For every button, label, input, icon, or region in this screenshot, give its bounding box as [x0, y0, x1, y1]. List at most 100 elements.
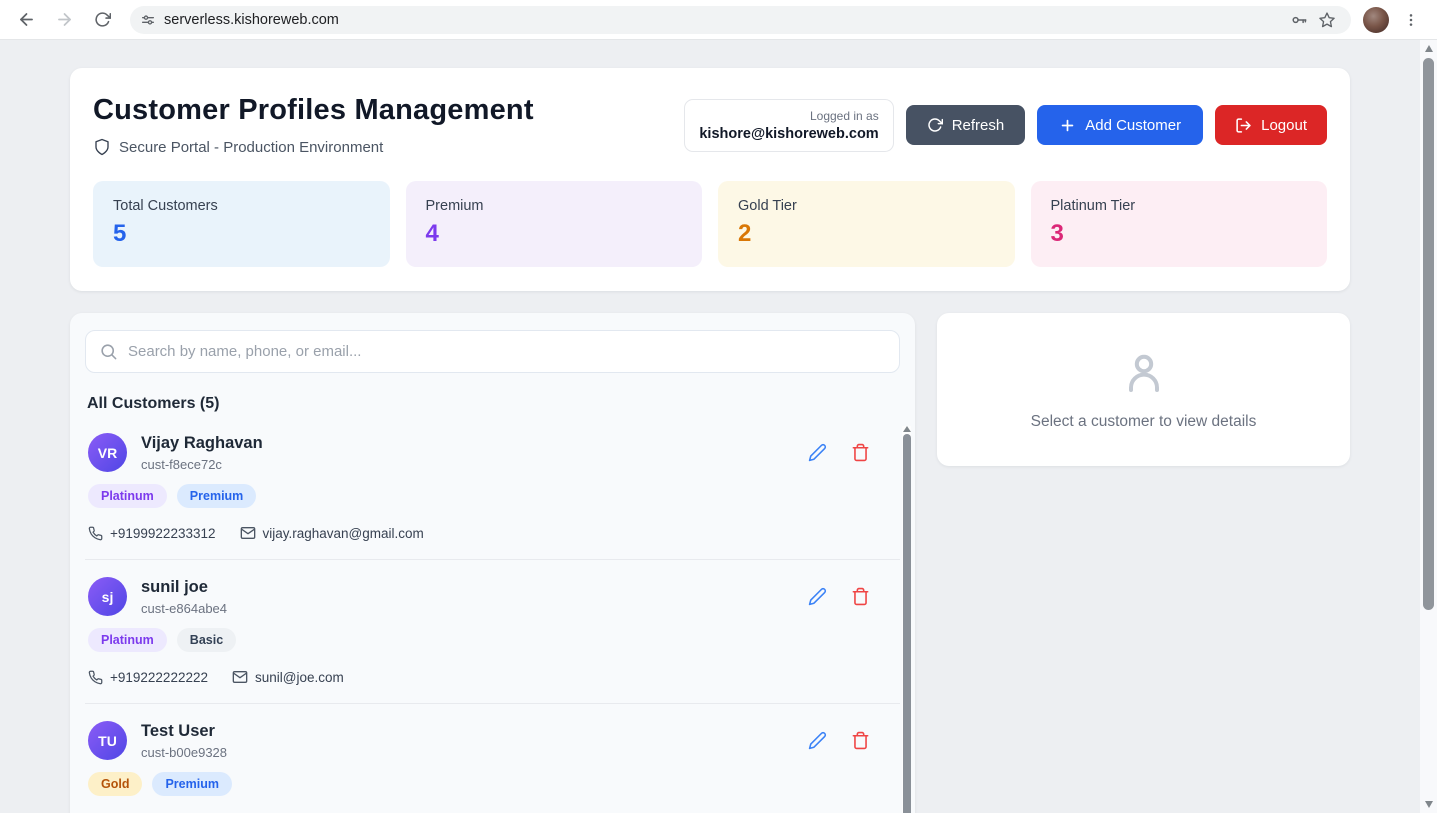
refresh-icon — [927, 117, 943, 133]
browser-menu-button[interactable] — [1395, 4, 1427, 36]
customer-list-panel: All Customers (5) VR Vijay Raghavan cust… — [70, 313, 915, 813]
reload-button[interactable] — [86, 4, 118, 36]
add-customer-label: Add Customer — [1085, 117, 1181, 134]
plan-badge: Premium — [177, 484, 257, 508]
page: Customer Profiles Management Secure Port… — [0, 40, 1437, 813]
tier-badge: Gold — [88, 772, 142, 796]
plus-icon — [1059, 117, 1076, 134]
plan-badge: Basic — [177, 628, 236, 652]
customer-avatar: sj — [88, 577, 127, 616]
url-text: serverless.kishoreweb.com — [164, 12, 339, 28]
back-arrow-icon — [17, 10, 36, 29]
page-scrollbar[interactable] — [1420, 40, 1437, 813]
pencil-icon — [808, 587, 827, 606]
email-text: sunil@joe.com — [255, 670, 344, 685]
customer-row[interactable]: TU Test User cust-b00e9328 — [85, 704, 900, 813]
stat-label: Gold Tier — [738, 198, 995, 214]
list-scrollbar-thumb[interactable] — [903, 434, 911, 813]
stats-row: Total Customers 5 Premium 4 Gold Tier 2 … — [93, 181, 1327, 267]
list-scrollbar[interactable] — [902, 426, 911, 813]
customer-detail-panel: Select a customer to view details — [937, 313, 1350, 466]
title-block: Customer Profiles Management Secure Port… — [93, 94, 534, 156]
phone-text: +919222222222 — [110, 670, 208, 685]
tune-icon[interactable] — [140, 12, 156, 28]
bookmark-star-icon[interactable] — [1313, 6, 1341, 34]
logged-in-box: Logged in as kishore@kishoreweb.com — [684, 99, 893, 152]
address-bar[interactable]: serverless.kishoreweb.com — [130, 6, 1351, 34]
add-customer-button[interactable]: Add Customer — [1037, 105, 1203, 145]
pencil-icon — [808, 443, 827, 462]
stat-card-gold-tier: Gold Tier 2 — [718, 181, 1015, 267]
email-text: vijay.raghavan@gmail.com — [263, 526, 424, 541]
tier-badge: Platinum — [88, 484, 167, 508]
customer-email: sunil@joe.com — [232, 669, 344, 685]
forward-button[interactable] — [48, 4, 80, 36]
customer-phone: +9199922233312 — [88, 526, 216, 541]
shield-icon — [93, 138, 111, 156]
stat-value: 4 — [426, 220, 683, 248]
empty-state-message: Select a customer to view details — [1031, 413, 1257, 431]
header-card: Customer Profiles Management Secure Port… — [70, 68, 1350, 291]
search-input[interactable] — [85, 330, 900, 373]
list-heading: All Customers (5) — [87, 395, 900, 413]
plan-badge: Premium — [152, 772, 232, 796]
forward-arrow-icon — [55, 10, 74, 29]
stat-label: Platinum Tier — [1051, 198, 1308, 214]
edit-customer-button[interactable] — [808, 731, 827, 750]
stat-card-platinum-tier: Platinum Tier 3 — [1031, 181, 1328, 267]
stat-card-total-customers: Total Customers 5 — [93, 181, 390, 267]
password-key-icon[interactable] — [1285, 6, 1313, 34]
customer-avatar: VR — [88, 433, 127, 472]
phone-icon — [88, 670, 103, 685]
customer-email: vijay.raghavan@gmail.com — [240, 525, 424, 541]
edit-customer-button[interactable] — [808, 443, 827, 462]
customer-phone: +919222222222 — [88, 670, 208, 685]
scroll-up-arrow-icon[interactable] — [903, 426, 911, 432]
trash-icon — [851, 443, 870, 462]
envelope-icon — [240, 525, 256, 541]
page-title: Customer Profiles Management — [93, 94, 534, 127]
logged-in-label: Logged in as — [699, 109, 878, 123]
trash-icon — [851, 731, 870, 750]
customer-name: sunil joe — [141, 578, 227, 597]
delete-customer-button[interactable] — [851, 587, 870, 606]
tier-badge: Platinum — [88, 628, 167, 652]
customer-row[interactable]: VR Vijay Raghavan cust-f8ece72c — [85, 416, 900, 560]
refresh-button[interactable]: Refresh — [906, 105, 1026, 145]
stat-label: Premium — [426, 198, 683, 214]
edit-customer-button[interactable] — [808, 587, 827, 606]
logout-label: Logout — [1261, 117, 1307, 134]
stat-card-premium: Premium 4 — [406, 181, 703, 267]
scroll-up-arrow-icon[interactable] — [1425, 45, 1433, 52]
delete-customer-button[interactable] — [851, 443, 870, 462]
phone-icon — [88, 526, 103, 541]
logout-icon — [1235, 117, 1252, 134]
customer-avatar: TU — [88, 721, 127, 760]
customer-name: Vijay Raghavan — [141, 434, 263, 453]
stat-value: 5 — [113, 220, 370, 248]
delete-customer-button[interactable] — [851, 731, 870, 750]
reload-icon — [94, 11, 111, 28]
customer-id: cust-f8ece72c — [141, 457, 263, 472]
pencil-icon — [808, 731, 827, 750]
page-scrollbar-thumb[interactable] — [1423, 58, 1434, 610]
customer-name: Test User — [141, 722, 227, 741]
browser-profile-avatar[interactable] — [1363, 7, 1389, 33]
stat-value: 2 — [738, 220, 995, 248]
search-icon — [99, 342, 118, 361]
scroll-down-arrow-icon[interactable] — [1425, 801, 1433, 808]
back-button[interactable] — [10, 4, 42, 36]
envelope-icon — [232, 669, 248, 685]
stat-value: 3 — [1051, 220, 1308, 248]
customer-id: cust-b00e9328 — [141, 745, 227, 760]
logout-button[interactable]: Logout — [1215, 105, 1327, 145]
page-subtitle: Secure Portal - Production Environment — [119, 139, 383, 156]
customer-id: cust-e864abe4 — [141, 601, 227, 616]
browser-toolbar: serverless.kishoreweb.com — [0, 0, 1437, 40]
trash-icon — [851, 587, 870, 606]
phone-text: +9199922233312 — [110, 526, 216, 541]
customer-row[interactable]: sj sunil joe cust-e864abe4 — [85, 560, 900, 704]
kebab-menu-icon — [1403, 12, 1419, 28]
refresh-label: Refresh — [952, 117, 1005, 134]
person-icon — [1120, 349, 1168, 397]
